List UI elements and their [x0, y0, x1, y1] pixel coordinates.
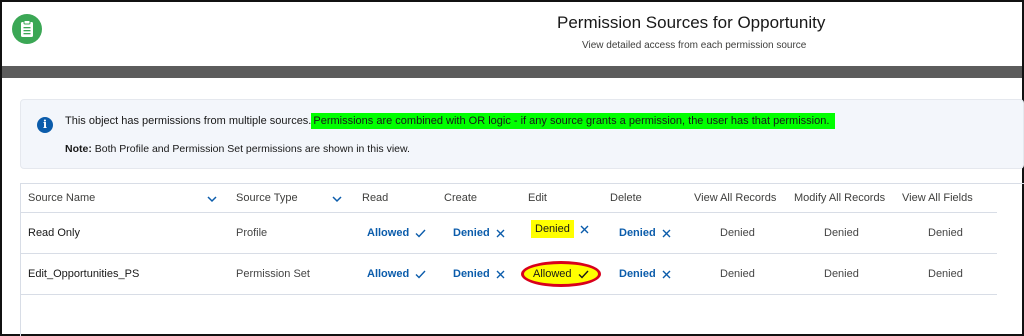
column-header-edit: Edit [528, 192, 547, 204]
create-cell: Denied [453, 268, 505, 280]
source-name-cell: Read Only [28, 227, 80, 239]
permissions-table: Source Name Source Type Read Create Edit… [20, 183, 1024, 336]
x-icon [496, 229, 505, 238]
note-text: Both Profile and Permission Set permissi… [94, 143, 410, 155]
source-type-cell: Profile [236, 227, 268, 239]
page-title: Permission Sources for Opportunity [557, 13, 826, 32]
chevron-down-icon[interactable] [207, 195, 217, 203]
create-cell: Denied [453, 227, 505, 239]
chevron-down-icon[interactable] [332, 195, 342, 203]
view-all-fields-cell: Denied [928, 227, 963, 239]
row-divider [21, 253, 997, 254]
header-divider-bar [2, 66, 1022, 78]
info-icon: i [37, 117, 53, 133]
column-header-view-all-fields: View All Fields [902, 192, 973, 204]
page-subtitle: View detailed access from each permissio… [582, 40, 807, 51]
view-all-fields-cell: Denied [928, 268, 963, 280]
read-value: Allowed [367, 227, 410, 239]
column-header-view-all-records: View All Records [694, 192, 777, 204]
view-all-records-cell: Denied [720, 227, 755, 239]
column-header-read: Read [362, 192, 389, 204]
check-icon [415, 270, 426, 279]
edit-cell: Denied [531, 220, 589, 238]
delete-cell: Denied [619, 227, 671, 239]
window-frame: Permission Sources for Opportunity View … [0, 0, 1024, 336]
delete-value: Denied [619, 268, 656, 280]
edit-value-highlighted: Allowed [533, 268, 572, 280]
delete-value: Denied [619, 227, 656, 239]
check-icon [415, 229, 426, 238]
page-header: Permission Sources for Opportunity View … [2, 2, 1022, 64]
x-icon [662, 270, 671, 279]
modify-all-records-cell: Denied [824, 227, 859, 239]
info-highlighted-text: Permissions are combined with OR logic -… [311, 113, 836, 129]
info-text: This object has permissions from multipl… [65, 115, 312, 127]
view-all-records-cell: Denied [720, 268, 755, 280]
read-value: Allowed [367, 268, 410, 280]
note-label: Note: [65, 143, 92, 155]
column-header-create: Create [444, 192, 478, 204]
edit-value-highlighted: Denied [531, 220, 574, 238]
info-message: This object has permissions from multipl… [65, 113, 836, 129]
delete-cell: Denied [619, 268, 671, 280]
row-divider [21, 212, 997, 213]
clipboard-icon [12, 14, 42, 44]
read-cell: Allowed [367, 227, 426, 239]
x-icon [580, 225, 589, 234]
row-divider [21, 294, 997, 295]
source-type-cell: Permission Set [236, 268, 310, 280]
create-value: Denied [453, 268, 490, 280]
x-icon [662, 229, 671, 238]
create-value: Denied [453, 227, 490, 239]
x-icon [496, 270, 505, 279]
column-header-delete: Delete [610, 192, 642, 204]
column-header-modify-all-records: Modify All Records [794, 192, 886, 204]
source-name-cell: Edit_Opportunities_PS [28, 268, 140, 280]
column-header-source-name[interactable]: Source Name [28, 192, 95, 204]
info-banner: i This object has permissions from multi… [20, 99, 1024, 169]
info-note: Note: Both Profile and Permission Set pe… [65, 143, 410, 155]
modify-all-records-cell: Denied [824, 268, 859, 280]
column-header-source-type[interactable]: Source Type [236, 192, 298, 204]
edit-cell: Allowed [533, 268, 589, 280]
check-icon [578, 270, 589, 279]
read-cell: Allowed [367, 268, 426, 280]
